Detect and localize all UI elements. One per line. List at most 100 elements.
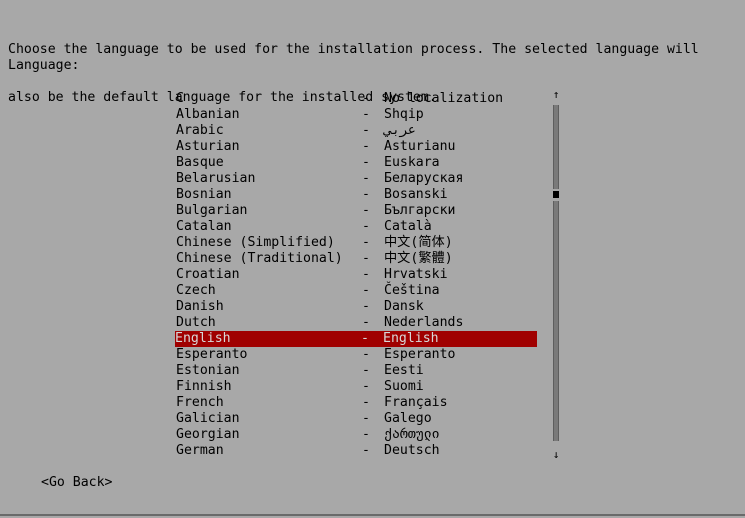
language-name: German: [176, 443, 224, 458]
language-option-croatian[interactable]: Croatian - Hrvatski: [176, 267, 537, 283]
language-native-name: Bosanski: [384, 187, 448, 202]
language-native-name: Deutsch: [384, 443, 440, 458]
language-option-french[interactable]: French - Français: [176, 395, 537, 411]
language-separator: -: [362, 91, 370, 106]
language-separator: -: [362, 315, 370, 330]
language-name: Asturian: [176, 139, 240, 154]
language-native-name: Eesti: [384, 363, 424, 378]
language-option-german[interactable]: German - Deutsch: [176, 443, 537, 459]
language-native-name: No localization: [384, 91, 504, 106]
language-name: Basque: [176, 155, 224, 170]
language-separator: -: [361, 331, 369, 346]
language-name: Bulgarian: [176, 203, 248, 218]
language-name: Bosnian: [176, 187, 232, 202]
language-name: Chinese (Traditional): [176, 251, 343, 266]
language-separator: -: [362, 251, 370, 266]
go-back-button[interactable]: <Go Back>: [41, 475, 112, 491]
language-separator: -: [362, 427, 370, 442]
language-name: Chinese (Simplified): [176, 235, 335, 250]
language-separator: -: [362, 219, 370, 234]
language-option-c[interactable]: C - No localization: [176, 91, 537, 107]
scroll-track-lower[interactable]: [553, 201, 559, 441]
language-separator: -: [362, 363, 370, 378]
language-name: Dutch: [176, 315, 216, 330]
scroll-up-icon[interactable]: ↑: [552, 88, 560, 102]
language-option-arabic[interactable]: Arabic - عربي: [176, 123, 537, 139]
language-name: Georgian: [176, 427, 240, 442]
language-separator: -: [362, 283, 370, 298]
language-native-name: عربي: [384, 123, 416, 138]
scroll-track-upper[interactable]: [553, 105, 559, 189]
language-separator: -: [362, 299, 370, 314]
language-option-basque[interactable]: Basque - Euskara: [176, 155, 537, 171]
language-option-belarusian[interactable]: Belarusian - Беларуская: [176, 171, 537, 187]
language-native-name: Dansk: [384, 299, 424, 314]
language-option-chinese-traditional[interactable]: Chinese (Traditional) - 中文(繁體): [176, 251, 537, 267]
language-native-name: Беларуская: [384, 171, 464, 186]
language-native-name: Hrvatski: [384, 267, 448, 282]
language-option-asturian[interactable]: Asturian - Asturianu: [176, 139, 537, 155]
language-option-finnish[interactable]: Finnish - Suomi: [176, 379, 537, 395]
language-native-name: 中文(简体): [384, 235, 453, 250]
language-name: C: [176, 91, 184, 106]
language-option-english[interactable]: English - English: [175, 331, 537, 347]
language-name: Arabic: [176, 123, 224, 138]
language-name: Finnish: [176, 379, 232, 394]
language-native-name: 中文(繁體): [384, 251, 453, 266]
language-separator: -: [362, 203, 370, 218]
language-separator: -: [362, 347, 370, 362]
language-native-name: English: [383, 331, 439, 346]
language-option-albanian[interactable]: Albanian - Shqip: [176, 107, 537, 123]
language-option-bulgarian[interactable]: Bulgarian - Български: [176, 203, 537, 219]
language-option-danish[interactable]: Danish - Dansk: [176, 299, 537, 315]
language-name: Danish: [176, 299, 224, 314]
language-name: English: [175, 331, 231, 346]
language-native-name: Suomi: [384, 379, 424, 394]
language-option-esperanto[interactable]: Esperanto - Esperanto: [176, 347, 537, 363]
language-name: Galician: [176, 411, 240, 426]
language-separator: -: [362, 379, 370, 394]
language-name: Belarusian: [176, 171, 256, 186]
language-list-scrollbar[interactable]: ↑ ↓: [552, 88, 560, 462]
language-native-name: Nederlands: [384, 315, 464, 330]
language-native-name: Shqip: [384, 107, 424, 122]
language-name: Estonian: [176, 363, 240, 378]
language-name: French: [176, 395, 224, 410]
language-separator: -: [362, 395, 370, 410]
language-native-name: Galego: [384, 411, 432, 426]
bottom-divider: [0, 514, 745, 516]
language-option-dutch[interactable]: Dutch - Nederlands: [176, 315, 537, 331]
language-separator: -: [362, 171, 370, 186]
language-option-georgian[interactable]: Georgian - ქართული: [176, 427, 537, 443]
scroll-thumb[interactable]: [553, 191, 559, 198]
language-option-chinese-simplified[interactable]: Chinese (Simplified) - 中文(简体): [176, 235, 537, 251]
language-separator: -: [362, 235, 370, 250]
language-native-name: Čeština: [384, 283, 440, 298]
language-option-catalan[interactable]: Catalan - Català: [176, 219, 537, 235]
language-native-name: Asturianu: [384, 139, 456, 154]
language-separator: -: [362, 123, 370, 138]
language-name: Croatian: [176, 267, 240, 282]
language-option-bosnian[interactable]: Bosnian - Bosanski: [176, 187, 537, 203]
language-separator: -: [362, 107, 370, 122]
language-name: Albanian: [176, 107, 240, 122]
language-separator: -: [362, 267, 370, 282]
language-option-galician[interactable]: Galician - Galego: [176, 411, 537, 427]
language-name: Esperanto: [176, 347, 248, 362]
language-label: Language:: [8, 58, 80, 73]
language-native-name: Esperanto: [384, 347, 456, 362]
language-native-name: Français: [384, 395, 448, 410]
language-native-name: Euskara: [384, 155, 440, 170]
language-native-name: Català: [384, 219, 432, 234]
language-separator: -: [362, 187, 370, 202]
language-name: Czech: [176, 283, 216, 298]
language-separator: -: [362, 411, 370, 426]
scroll-down-icon[interactable]: ↓: [552, 448, 560, 462]
language-option-czech[interactable]: Czech - Čeština: [176, 283, 537, 299]
language-list[interactable]: C - No localization Albanian - Shqip Arabic - عر…: [175, 91, 537, 459]
language-native-name: Български: [384, 203, 456, 218]
language-option-estonian[interactable]: Estonian - Eesti: [176, 363, 537, 379]
language-separator: -: [362, 139, 370, 154]
prompt-line-1: Choose the language to be used for the i…: [8, 42, 699, 57]
language-separator: -: [362, 443, 370, 458]
